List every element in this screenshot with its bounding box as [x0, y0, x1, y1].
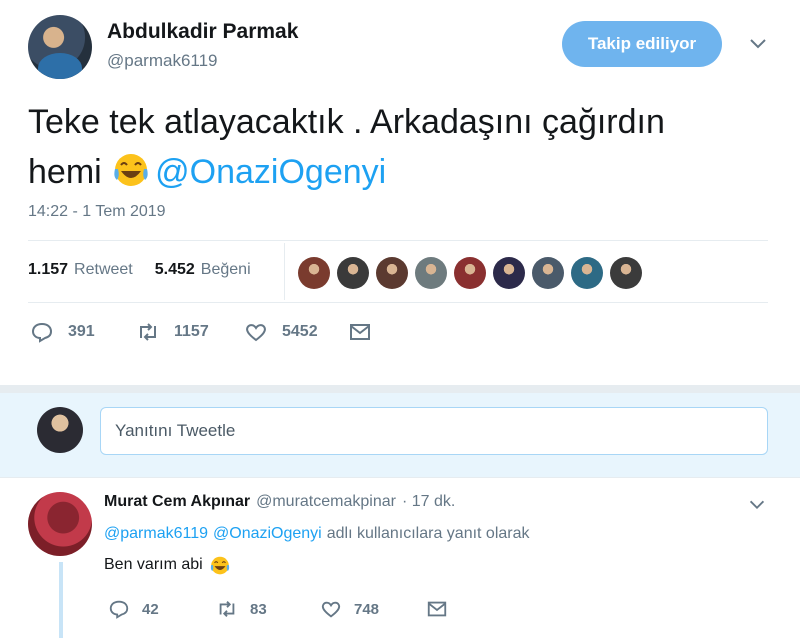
reply-author-name[interactable]: Murat Cem Akpınar [104, 493, 250, 511]
reply-count: 391 [68, 323, 95, 340]
tweet-stats: 1.157 Retweet 5.452 Beğeni [28, 261, 251, 279]
liker-avatar[interactable] [532, 257, 564, 289]
author-handle[interactable]: @parmak6119 [107, 51, 218, 71]
caret-down-icon[interactable] [746, 494, 768, 516]
replying-to-suffix: adlı kullanıcılara yanıt olarak [326, 525, 530, 542]
retweet-count[interactable]: 1.157 [28, 261, 68, 279]
replying-to-mention[interactable]: @OnaziOgenyi [213, 525, 322, 543]
laughing-emoji-icon [210, 556, 229, 575]
reply-message-action[interactable] [426, 598, 448, 620]
liker-avatar[interactable] [454, 257, 486, 289]
tweet-text-line2: hemi @OnaziOgenyi [28, 147, 768, 197]
author-avatar[interactable] [28, 15, 92, 79]
reply-text: Ben varım abi [104, 554, 231, 576]
reply-time[interactable]: · 17 dk. [402, 493, 455, 511]
like-action[interactable]: 5452 [244, 320, 318, 344]
retweet-label[interactable]: Retweet [74, 261, 133, 279]
like-action-count: 5452 [282, 323, 318, 340]
tweet-timestamp[interactable]: 14:22 - 1 Tem 2019 [28, 203, 166, 221]
like-label[interactable]: Beğeni [201, 261, 251, 279]
reply-header: Murat Cem Akpınar @muratcemakpinar · 17 … [104, 493, 455, 511]
tweet-mention-link[interactable]: @OnaziOgenyi [155, 153, 386, 191]
reply-reply-action[interactable]: 42 [108, 598, 159, 620]
retweet-icon[interactable] [216, 598, 238, 620]
reply-action[interactable]: 391 [30, 320, 95, 344]
reply-author-avatar[interactable] [28, 492, 92, 556]
liker-avatar[interactable] [610, 257, 642, 289]
retweet-action-count: 1157 [174, 323, 209, 340]
reply-input[interactable]: Yanıtını Tweetle [100, 407, 768, 455]
reply-icon[interactable] [30, 320, 54, 344]
divider [28, 240, 768, 241]
liker-avatar[interactable] [298, 257, 330, 289]
liker-avatar[interactable] [493, 257, 525, 289]
replying-to-mention[interactable]: @parmak6119 [104, 525, 208, 543]
thread-line [59, 562, 63, 638]
reply-retweet-count: 83 [250, 600, 267, 618]
message-action[interactable] [348, 320, 372, 344]
liker-avatars [298, 257, 642, 289]
caret-down-icon[interactable] [746, 32, 770, 56]
reply-text-content: Ben varım abi [104, 556, 203, 573]
current-user-avatar[interactable] [37, 407, 83, 453]
tweet-text-word: hemi [28, 153, 102, 191]
liker-avatar[interactable] [415, 257, 447, 289]
reply-author-handle[interactable]: @muratcemakpinar [256, 493, 396, 511]
like-count[interactable]: 5.452 [155, 261, 195, 279]
reply-retweet-action[interactable]: 83 [216, 598, 267, 620]
reply-composer: Yanıtını Tweetle [0, 393, 800, 477]
reply-like-count: 748 [354, 600, 380, 618]
liker-avatar[interactable] [337, 257, 369, 289]
retweet-icon[interactable] [136, 320, 160, 344]
laughing-emoji-icon [114, 154, 148, 186]
reply-icon[interactable] [108, 598, 130, 620]
following-button[interactable]: Takip ediliyor [562, 21, 722, 67]
divider [28, 302, 768, 303]
section-gap [0, 385, 800, 393]
like-icon[interactable] [244, 320, 268, 344]
like-icon[interactable] [320, 598, 342, 620]
retweet-action[interactable]: 1157 [136, 320, 209, 344]
message-icon[interactable] [348, 320, 372, 344]
liker-avatar[interactable] [571, 257, 603, 289]
reply-reply-count: 42 [142, 600, 159, 618]
reply-tweet[interactable]: Murat Cem Akpınar @muratcemakpinar · 17 … [0, 477, 800, 638]
main-tweet: Abdulkadir Parmak @parmak6119 Takip edil… [0, 0, 800, 385]
reply-like-action[interactable]: 748 [320, 598, 379, 620]
tweet-text: Teke tek atlayacaktık . Arkadaşını çağır… [28, 97, 768, 197]
tweet-text-line1: Teke tek atlayacaktık . Arkadaşını çağır… [28, 103, 665, 141]
liker-avatar[interactable] [376, 257, 408, 289]
divider [284, 243, 285, 300]
author-name[interactable]: Abdulkadir Parmak [107, 20, 298, 44]
replying-to: @parmak6119 @OnaziOgenyi adlı kullanıcıl… [104, 525, 530, 543]
message-icon[interactable] [426, 598, 448, 620]
